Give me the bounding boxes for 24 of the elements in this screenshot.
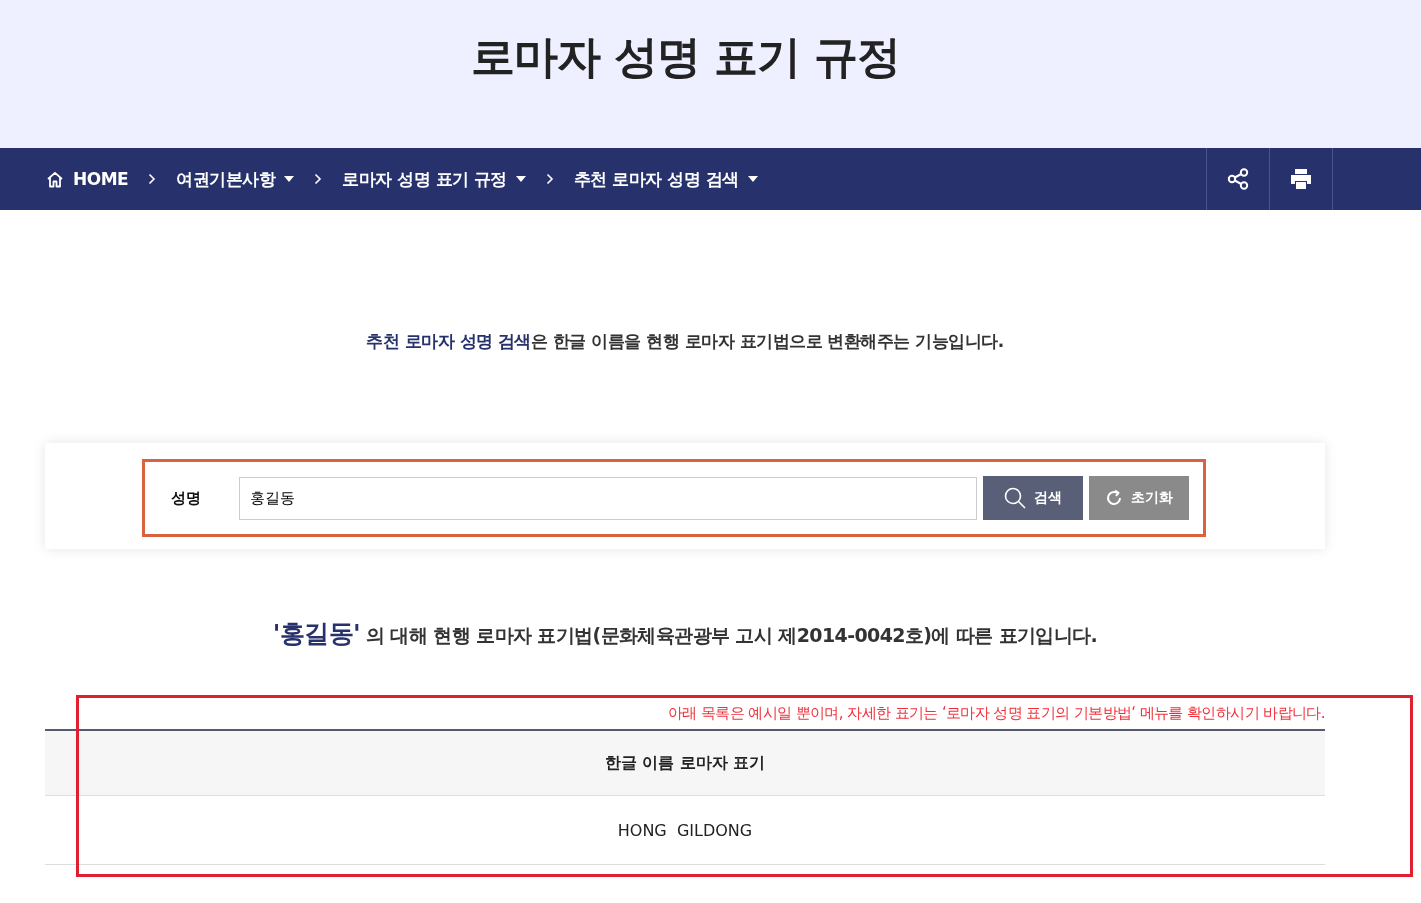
- table-cell: HONG GILDONG: [45, 795, 1325, 865]
- breadcrumb-link[interactable]: 여권기본사항: [176, 167, 295, 191]
- home-icon: [46, 170, 64, 188]
- result-heading: '홍길동' 의 대해 현행 로마자 표기법(문화체육관광부 고시 제2014-0042호)에 따른 표기입니다.: [271, 618, 1099, 650]
- search-icon: [1004, 487, 1026, 509]
- chevron-icon: [148, 173, 157, 185]
- refresh-icon: [1105, 489, 1123, 507]
- breadcrumb-link[interactable]: 로마자 성명 표기 규정: [342, 167, 526, 191]
- breadcrumb-link[interactable]: 추천 로마자 성명 검색: [574, 167, 758, 191]
- search-button[interactable]: 검색: [983, 476, 1083, 520]
- column-header: 한글 이름 로마자 표기: [45, 730, 1325, 796]
- intro-text: 추천 로마자 성명 검색은 한글 이름을 현행 로마자 표기법으로 변환해주는 기능입니다.: [365, 330, 1005, 353]
- name-label: 성명: [171, 488, 202, 508]
- caret-icon: [747, 176, 758, 182]
- breadcrumb-link[interactable]: HOME: [46, 169, 129, 189]
- printer-icon: [1290, 169, 1312, 189]
- chevron-icon: [314, 173, 323, 185]
- notice-text: 아래 목록은 예시일 뿐이며, 자세한 표기는 ‘로마자 성명 표기의 기본방법‘ 메뉴를 확인하시기 바랍니다.: [666, 704, 1325, 723]
- caret-icon: [284, 176, 295, 182]
- name-input-field[interactable]: 홍길동: [239, 476, 977, 520]
- share-icon: [1227, 168, 1249, 190]
- chevron-icon: [546, 173, 554, 185]
- page-title: 로마자 성명 표기 규정: [470, 30, 901, 84]
- caret-icon: [516, 176, 526, 182]
